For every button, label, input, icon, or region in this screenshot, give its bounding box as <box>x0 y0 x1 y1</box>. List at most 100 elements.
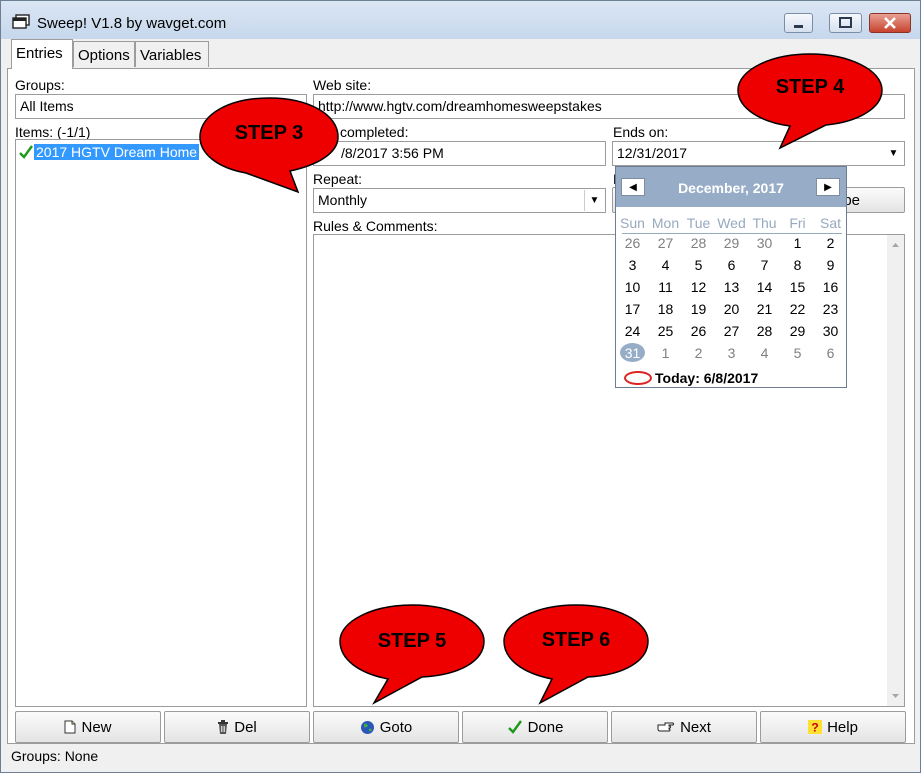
calendar-day[interactable]: 27 <box>715 323 748 339</box>
minimize-button[interactable] <box>784 13 813 33</box>
calendar-day[interactable]: 19 <box>682 301 715 317</box>
new-button-label: New <box>81 718 112 736</box>
calendar-day[interactable]: 26 <box>616 235 649 251</box>
title-bar[interactable]: Sweep! V1.8 by wavget.com <box>1 1 920 39</box>
window-title: Sweep! V1.8 by wavget.com <box>37 15 227 32</box>
website-value: http://www.hgtv.com/dreamhomesweepstakes <box>318 98 602 114</box>
help-button[interactable]: ? Help <box>760 711 906 743</box>
calendar-day[interactable]: 3 <box>715 345 748 361</box>
calendar-day[interactable]: 5 <box>781 345 814 361</box>
calendar-divider <box>622 233 842 234</box>
calendar-day[interactable]: 1 <box>781 235 814 251</box>
maximize-button[interactable] <box>829 13 862 33</box>
calendar-day[interactable]: 23 <box>814 301 847 317</box>
items-list[interactable]: 2017 HGTV Dream Home <box>15 139 307 707</box>
calendar-day[interactable]: 10 <box>616 279 649 295</box>
calendar-day[interactable]: 9 <box>814 257 847 273</box>
close-icon <box>884 17 896 29</box>
callout-step5: STEP 5 <box>336 603 488 713</box>
done-button-label: Done <box>527 718 564 736</box>
scroll-up-icon[interactable] <box>887 239 904 251</box>
tab-entries[interactable]: Entries <box>11 39 73 69</box>
calendar-day-header: Tue <box>686 215 711 231</box>
calendar-day[interactable]: 29 <box>715 235 748 251</box>
calendar-day[interactable]: 6 <box>715 257 748 273</box>
calendar-day[interactable]: 7 <box>748 257 781 273</box>
checkmark-icon <box>19 145 33 159</box>
calendar-day[interactable]: 22 <box>781 301 814 317</box>
pointing-hand-icon <box>657 722 675 732</box>
calendar-day[interactable]: 28 <box>748 323 781 339</box>
minimize-icon <box>794 25 803 28</box>
calendar-day[interactable]: 28 <box>682 235 715 251</box>
chevron-down-icon[interactable]: ▼ <box>884 143 903 164</box>
calendar-day[interactable]: 25 <box>649 323 682 339</box>
rules-label: Rules & Comments: <box>313 218 438 234</box>
calendar-day[interactable]: 5 <box>682 257 715 273</box>
calendar-day-header: Thu <box>752 215 777 231</box>
calendar-header: ◀ December, 2017 ▶ <box>616 167 846 207</box>
calendar-day-header: Fri <box>789 215 806 231</box>
calendar-day[interactable]: 11 <box>649 279 682 295</box>
done-button[interactable]: Done <box>462 711 608 743</box>
next-month-button[interactable]: ▶ <box>816 178 840 196</box>
help-button-label: Help <box>827 718 858 736</box>
last-completed-field[interactable]: /8/2017 3:56 PM <box>313 141 606 166</box>
calendar-popup[interactable]: ◀ December, 2017 ▶ Sun Mon Tue Wed Thu Fri Sat… <box>615 166 847 388</box>
speech-bubble-icon <box>503 604 649 705</box>
calendar-day[interactable]: 20 <box>715 301 748 317</box>
calendar-day[interactable]: 13 <box>715 279 748 295</box>
calendar-day[interactable]: 14 <box>748 279 781 295</box>
callout-step6-label: STEP 6 <box>541 629 611 651</box>
scroll-down-icon[interactable] <box>887 690 904 702</box>
calendar-day[interactable]: 4 <box>649 257 682 273</box>
calendar-day[interactable]: 8 <box>781 257 814 273</box>
calendar-day[interactable]: 27 <box>649 235 682 251</box>
help-icon: ? <box>808 720 823 734</box>
calendar-day-header: Mon <box>651 215 680 231</box>
goto-button-label: Goto <box>379 718 413 736</box>
new-document-icon <box>64 720 76 734</box>
calendar-day[interactable]: 16 <box>814 279 847 295</box>
ends-on-label: Ends on: <box>613 124 669 140</box>
chevron-down-icon[interactable]: ▼ <box>584 190 604 211</box>
del-button[interactable]: Del <box>164 711 310 743</box>
calendar-day[interactable]: 24 <box>616 323 649 339</box>
tab-entries-label: Entries <box>16 45 63 62</box>
calendar-day[interactable]: 21 <box>748 301 781 317</box>
tab-variables[interactable]: Variables <box>135 41 209 67</box>
repeat-combo[interactable]: Monthly ▼ <box>313 188 606 213</box>
rules-scrollbar[interactable] <box>887 235 904 706</box>
calendar-day[interactable]: 30 <box>748 235 781 251</box>
app-icon <box>12 14 30 29</box>
calendar-day[interactable]: 4 <box>748 345 781 361</box>
calendar-day[interactable]: 2 <box>814 235 847 251</box>
list-item[interactable]: 2017 HGTV Dream Home <box>18 143 200 161</box>
calendar-day[interactable]: 30 <box>814 323 847 339</box>
calendar-today[interactable]: Today: 6/8/2017 <box>624 370 758 386</box>
calendar-day[interactable]: 3 <box>616 257 649 273</box>
speech-bubble-icon <box>339 604 485 705</box>
calendar-day[interactable]: 26 <box>682 323 715 339</box>
calendar-day-header: Sat <box>819 215 841 231</box>
checkmark-icon <box>507 720 522 734</box>
groups-label: Groups: <box>15 77 65 93</box>
calendar-day[interactable]: 18 <box>649 301 682 317</box>
calendar-day[interactable]: 17 <box>616 301 649 317</box>
next-button[interactable]: Next <box>611 711 757 743</box>
callout-step3: STEP 3 <box>194 92 344 202</box>
close-button[interactable] <box>869 13 911 33</box>
calendar-day[interactable]: 12 <box>682 279 715 295</box>
calendar-day[interactable]: 29 <box>781 323 814 339</box>
groups-value: All Items <box>20 98 74 114</box>
tab-options[interactable]: Options <box>73 41 135 67</box>
today-circle-icon <box>624 371 652 385</box>
calendar-day[interactable]: 31 <box>616 345 649 361</box>
calendar-day[interactable]: 6 <box>814 345 847 361</box>
new-button[interactable]: New <box>15 711 161 743</box>
goto-button[interactable]: Goto <box>313 711 459 743</box>
calendar-day[interactable]: 2 <box>682 345 715 361</box>
calendar-day[interactable]: 1 <box>649 345 682 361</box>
calendar-day[interactable]: 15 <box>781 279 814 295</box>
tab-options-label: Options <box>78 47 130 64</box>
